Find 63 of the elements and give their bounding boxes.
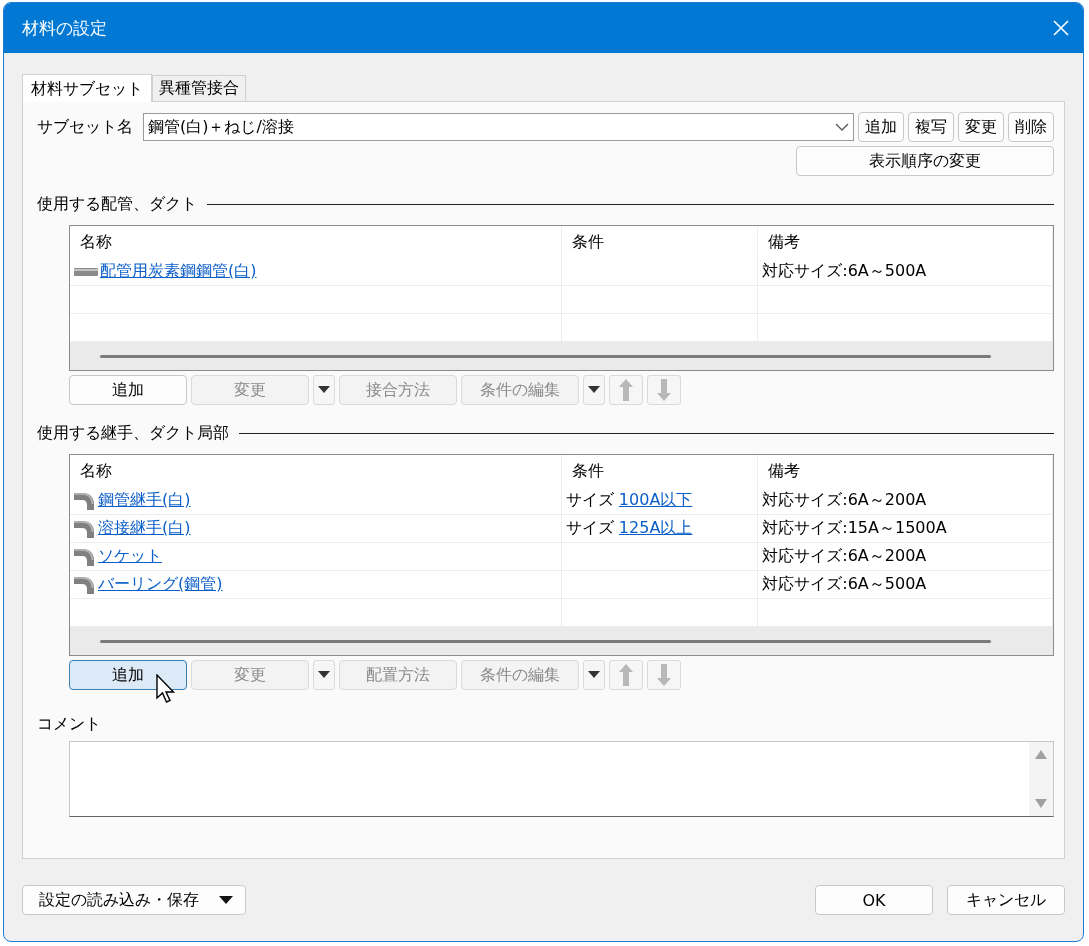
subset-button[interactable]: 変更 bbox=[958, 112, 1004, 142]
comment-field[interactable] bbox=[69, 741, 1054, 817]
dropdown-button[interactable] bbox=[313, 660, 335, 690]
note-text: 対応サイズ:6A～500A bbox=[762, 574, 927, 593]
subset-name-dropdown[interactable]: 鋼管(白)＋ねじ/溶接 bbox=[143, 113, 854, 141]
dropdown-button[interactable] bbox=[313, 375, 335, 405]
dropdown-button[interactable] bbox=[583, 660, 605, 690]
horizontal-scrollbar[interactable] bbox=[70, 627, 1053, 655]
condition-label: サイズ bbox=[565, 490, 614, 509]
column-header[interactable]: 備考 bbox=[757, 226, 1053, 258]
caret-icon bbox=[219, 895, 233, 905]
note-text: 対応サイズ:6A～200A bbox=[762, 546, 927, 565]
subset-button[interactable]: 追加 bbox=[858, 112, 904, 142]
subset-name-label: サブセット名 bbox=[37, 116, 133, 138]
change-order-button[interactable]: 表示順序の変更 bbox=[796, 146, 1054, 176]
horizontal-scrollbar[interactable] bbox=[70, 342, 1053, 370]
dropdown-button[interactable] bbox=[583, 375, 605, 405]
note-text: 対応サイズ:6A～500A bbox=[762, 261, 927, 280]
note-text: 対応サイズ:15A～1500A bbox=[762, 518, 947, 537]
pipe-elbow-icon bbox=[74, 547, 96, 566]
pipe-elbow-icon bbox=[74, 575, 96, 594]
material-link[interactable]: 配管用炭素鋼鋼管(白) bbox=[100, 261, 257, 282]
condition-link[interactable]: 100A以下 bbox=[618, 490, 693, 509]
caret-icon bbox=[318, 671, 330, 679]
material-link[interactable]: 鋼管継手(白) bbox=[98, 490, 191, 511]
note-text: 対応サイズ:6A～200A bbox=[762, 490, 927, 509]
toolbar-button[interactable]: 追加 bbox=[69, 375, 187, 405]
condition-label: サイズ bbox=[565, 518, 614, 537]
column-header[interactable]: 名称 bbox=[70, 226, 562, 258]
caret-icon bbox=[588, 386, 600, 394]
section-title: 使用する配管、ダクト bbox=[37, 194, 197, 215]
cancel-button[interactable]: キャンセル bbox=[947, 885, 1065, 915]
arrow-down-icon bbox=[657, 379, 671, 401]
tab[interactable]: 異種管接合 bbox=[152, 75, 246, 101]
pipe-elbow-icon bbox=[74, 519, 96, 538]
load-save-menu-button[interactable]: 設定の読み込み・保存 bbox=[22, 885, 246, 915]
tab[interactable]: 材料サブセット bbox=[22, 74, 152, 102]
column-header[interactable]: 条件 bbox=[561, 455, 758, 487]
arrow-up-icon bbox=[619, 664, 633, 686]
arrow-down-icon bbox=[657, 664, 671, 686]
window-title: 材料の設定 bbox=[22, 16, 108, 40]
caret-icon bbox=[318, 386, 330, 394]
scroll-up-icon[interactable] bbox=[1035, 750, 1047, 759]
vertical-scrollbar[interactable] bbox=[1029, 742, 1053, 816]
column-header[interactable]: 名称 bbox=[70, 455, 562, 487]
pipe-icon bbox=[74, 266, 98, 277]
subset-button[interactable]: 削除 bbox=[1008, 112, 1054, 142]
toolbar-button[interactable]: 追加 bbox=[69, 660, 187, 690]
ok-button[interactable]: OK bbox=[815, 885, 933, 915]
column-header[interactable]: 備考 bbox=[757, 455, 1053, 487]
material-link[interactable]: 溶接継手(白) bbox=[98, 518, 191, 539]
material-link[interactable]: ソケット bbox=[98, 546, 162, 567]
subset-button[interactable]: 複写 bbox=[908, 112, 954, 142]
comment-label: コメント bbox=[37, 714, 102, 735]
condition-link[interactable]: 125A以上 bbox=[618, 518, 693, 537]
material-link[interactable]: バーリング(鋼管) bbox=[98, 574, 223, 595]
caret-icon bbox=[588, 671, 600, 679]
pipe-elbow-icon bbox=[74, 491, 96, 510]
chevron-down-icon bbox=[835, 122, 849, 132]
scroll-down-icon[interactable] bbox=[1035, 799, 1047, 808]
section-title: 使用する継手、ダクト局部 bbox=[37, 423, 229, 444]
arrow-up-icon bbox=[619, 379, 633, 401]
column-header[interactable]: 条件 bbox=[561, 226, 758, 258]
